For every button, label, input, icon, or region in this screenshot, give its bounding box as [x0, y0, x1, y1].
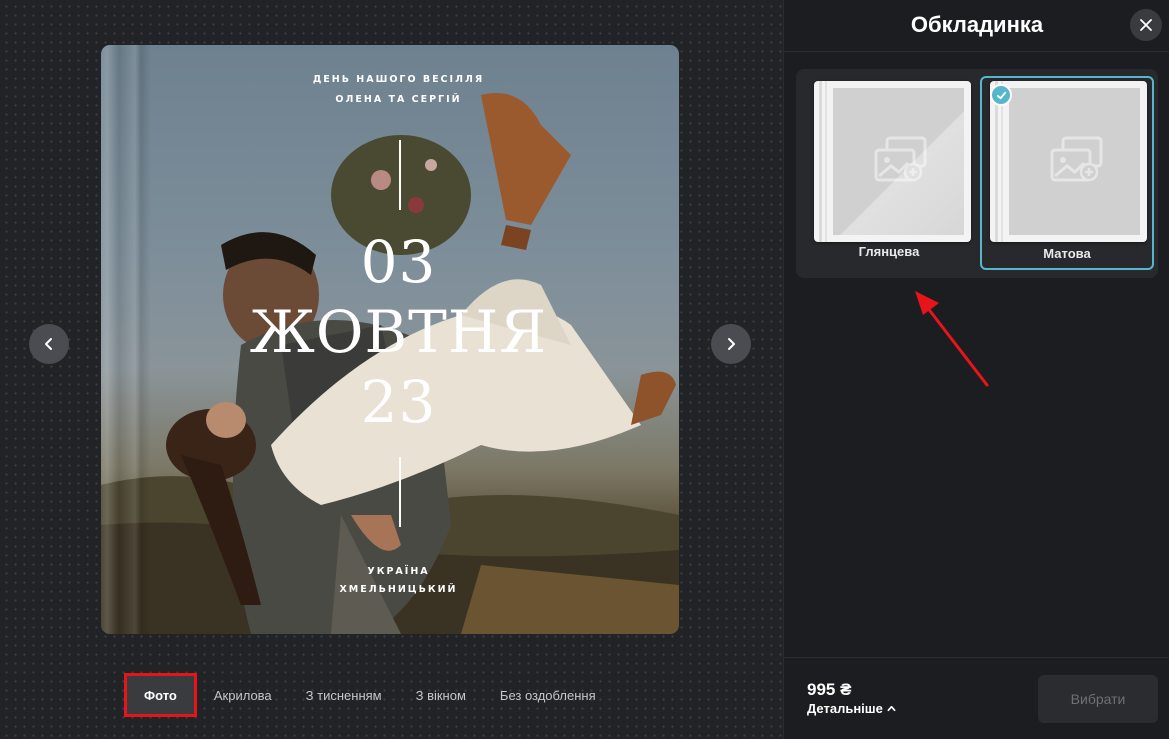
chevron-left-icon: [45, 338, 52, 350]
tab-photo[interactable]: Фото: [124, 673, 197, 717]
details-label: Детальніше: [807, 701, 883, 716]
panel-footer: 995 ₴ Детальніше Вибрати: [784, 657, 1169, 739]
prev-button[interactable]: [29, 324, 69, 364]
cover-month: ЖОВТНЯ: [249, 298, 548, 366]
price-value: 995 ₴: [807, 680, 852, 699]
panel-header: Обкладинка: [784, 0, 1169, 52]
add-image-icon: [1050, 136, 1103, 182]
selected-check-icon: [990, 84, 1012, 106]
cover-type-tabs: Фото Акрилова З тисненням З вікном Без о…: [124, 673, 613, 717]
close-button[interactable]: [1130, 9, 1162, 41]
divider-top: [399, 140, 401, 210]
cover-line1: ДЕНЬ НАШОГО ВЕСІЛЛЯ: [312, 74, 485, 85]
select-button[interactable]: Вибрати: [1038, 675, 1158, 723]
tab-window[interactable]: З вікном: [399, 678, 483, 712]
cover-year: 23: [360, 368, 437, 436]
tab-embossed[interactable]: З тисненням: [289, 678, 399, 712]
chevron-right-icon: [728, 338, 735, 350]
divider-bottom: [399, 457, 401, 527]
glossy-book-thumbnail: [814, 81, 971, 242]
tab-no-finish[interactable]: Без оздоблення: [483, 678, 613, 712]
panel-title: Обкладинка: [910, 12, 1044, 37]
finish-options: Глянцева Матова: [796, 69, 1158, 278]
option-glossy[interactable]: Глянцева: [802, 76, 976, 270]
chevron-up-icon: [887, 705, 896, 712]
option-matte-label: Матова: [1043, 246, 1091, 261]
matte-book-thumbnail: [990, 81, 1147, 242]
album-cover-preview: ДЕНЬ НАШОГО ВЕСІЛЛЯ ОЛЕНА ТА СЕРГІЙ 03 Ж…: [101, 45, 679, 634]
gloss-highlight: [833, 88, 964, 235]
cover-country: УКРАЇНА: [367, 566, 430, 577]
cover-city: ХМЕЛЬНИЦЬКИЙ: [339, 584, 458, 595]
option-glossy-label: Глянцева: [858, 244, 920, 259]
tab-acrylic[interactable]: Акрилова: [197, 678, 289, 712]
next-button[interactable]: [711, 324, 751, 364]
close-icon: [1140, 19, 1152, 31]
cover-day: 03: [360, 228, 437, 296]
cover-line2: ОЛЕНА ТА СЕРГІЙ: [335, 94, 462, 105]
preview-stage: ДЕНЬ НАШОГО ВЕСІЛЛЯ ОЛЕНА ТА СЕРГІЙ 03 Ж…: [0, 0, 783, 739]
option-matte[interactable]: Матова: [980, 76, 1154, 270]
annotation-arrow-icon: [915, 291, 989, 387]
details-toggle[interactable]: Детальніше: [807, 701, 896, 716]
